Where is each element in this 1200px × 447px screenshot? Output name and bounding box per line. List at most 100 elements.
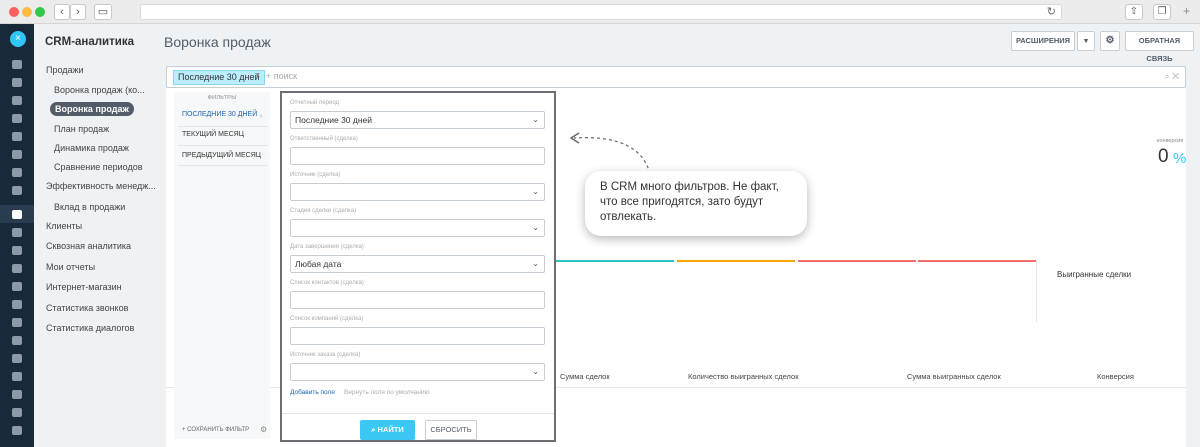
sidebar-item-funnel[interactable]: Воронка продаж xyxy=(50,102,134,116)
forward-button[interactable]: › xyxy=(70,4,86,20)
new-tab-icon[interactable]: + xyxy=(1183,4,1190,18)
clear-icon[interactable]: ✕ xyxy=(1172,71,1179,81)
maximize-window-button[interactable] xyxy=(35,7,45,17)
add-field-link[interactable]: Добавить поле xyxy=(290,389,335,396)
extensions-dropdown-button[interactable]: ▾ xyxy=(1077,31,1095,51)
apps-icon[interactable] xyxy=(12,354,22,363)
funnel-bar-2 xyxy=(677,260,795,262)
chevron-right-icon: › xyxy=(76,6,80,18)
find-button-label: НАЙТИ xyxy=(377,425,404,434)
marketing-icon[interactable] xyxy=(12,246,22,255)
search-icon[interactable]: ⌕ xyxy=(1165,71,1170,81)
feed-icon[interactable] xyxy=(12,78,22,87)
gear-icon[interactable]: ⚙ xyxy=(260,425,267,434)
sidebar-item-online-store[interactable]: Интернет-магазин xyxy=(46,282,122,292)
source-select[interactable]: ⌄ xyxy=(290,183,545,201)
start-icon[interactable] xyxy=(12,60,22,69)
sidebar-item-sales-contribution[interactable]: Вклад в продажи xyxy=(54,202,125,212)
store-icon[interactable] xyxy=(12,318,22,327)
target-icon[interactable] xyxy=(12,264,22,273)
contacts-icon[interactable] xyxy=(12,186,22,195)
restore-fields-link[interactable]: Вернуть поля по умолчанию xyxy=(344,389,430,396)
tabs-button[interactable]: ❐ xyxy=(1153,4,1171,20)
sidebar-item-period-compare[interactable]: Сравнение периодов xyxy=(54,162,143,172)
sidebar-item-sales-plan[interactable]: План продаж xyxy=(54,124,109,134)
preset-previous-month[interactable]: ПРЕДЫДУЩИЙ МЕСЯЦ xyxy=(182,152,261,159)
funnel-bar-1 xyxy=(556,260,674,262)
feedback-button[interactable]: ОБРАТНАЯ СВЯЗЬ xyxy=(1125,31,1194,63)
period-select[interactable]: Последние 30 дней ⌄ xyxy=(290,111,545,129)
close-icon[interactable]: × xyxy=(10,31,26,47)
sidebar-item-funnel-ko[interactable]: Воронка продаж (ко... xyxy=(54,85,145,95)
chevron-down-icon: ▾ xyxy=(1084,36,1088,45)
responsible-input[interactable] xyxy=(290,147,545,165)
docs-icon[interactable] xyxy=(12,150,22,159)
preset-last-30-days[interactable]: ПОСЛЕДНИЕ 30 ДНЕЙ xyxy=(182,111,257,118)
sidebar-item-call-stats[interactable]: Статистика звонков xyxy=(46,303,128,313)
close-date-select[interactable]: Любая дата ⌄ xyxy=(290,255,545,273)
calendar-icon[interactable] xyxy=(12,132,22,141)
sidebar-item-manager-efficiency[interactable]: Эффективность менедж... xyxy=(46,181,156,191)
search-input[interactable]: + поиск xyxy=(266,71,297,81)
preset-current-month[interactable]: ТЕКУЩИЙ МЕСЯЦ xyxy=(182,131,244,138)
sidebar-item-sales[interactable]: Продажи xyxy=(46,65,84,75)
companies-input[interactable] xyxy=(290,327,545,345)
active-filter-chip[interactable]: Последние 30 дней xyxy=(173,70,265,85)
sidebar-item-my-reports[interactable]: Мои отчеты xyxy=(46,262,95,272)
sites-icon[interactable] xyxy=(12,300,22,309)
find-button[interactable]: ⌕ НАЙТИ xyxy=(360,420,415,440)
extensions-button[interactable]: РАСШИРЕНИЯ xyxy=(1011,31,1075,51)
funnel-icon[interactable] xyxy=(12,210,22,219)
address-bar[interactable]: ↻ xyxy=(140,4,1062,20)
preset-edit-icon[interactable]: ‹ xyxy=(260,113,262,120)
layers-icon[interactable] xyxy=(12,336,22,345)
reset-button[interactable]: СБРОСИТЬ xyxy=(425,420,477,440)
stage-select[interactable]: ⌄ xyxy=(290,219,545,237)
chevron-down-icon: ⌄ xyxy=(532,115,539,124)
funnel-bar-3 xyxy=(798,260,916,262)
cart-icon[interactable] xyxy=(12,282,22,291)
mail-icon[interactable] xyxy=(12,168,22,177)
minimize-window-button[interactable] xyxy=(22,7,32,17)
share-button[interactable]: ⇧ xyxy=(1125,4,1143,20)
period-select-value: Последние 30 дней xyxy=(295,115,373,125)
filter-search-bar[interactable]: Последние 30 дней × + поиск ⌕ ✕ xyxy=(166,66,1186,88)
form-divider xyxy=(282,413,554,414)
tasks-icon[interactable] xyxy=(12,114,22,123)
conversion-label: конверсия xyxy=(1157,138,1184,144)
sidebar-item-sales-dynamics[interactable]: Динамика продаж xyxy=(54,143,129,153)
field-label-source: Источник (сделка) xyxy=(290,172,341,178)
won-deals-label: Выигранные сделки xyxy=(1057,270,1132,279)
sidebar-toggle-button[interactable]: ▭ xyxy=(94,4,112,20)
close-window-button[interactable] xyxy=(9,7,19,17)
tabs-icon: ❐ xyxy=(1157,6,1167,17)
more-icon[interactable] xyxy=(12,408,22,417)
sidebar-item-end-to-end[interactable]: Сквозная аналитика xyxy=(46,241,131,251)
order-source-select[interactable]: ⌄ xyxy=(290,363,545,381)
chevron-left-icon: ‹ xyxy=(60,6,64,18)
sidebar-item-clients[interactable]: Клиенты xyxy=(46,221,82,231)
remove-chip-icon[interactable]: × xyxy=(255,70,260,80)
profile-icon[interactable] xyxy=(12,426,22,435)
chevron-down-icon: ⌄ xyxy=(532,187,539,196)
column-deal-sum: Сумма сделок xyxy=(560,372,610,381)
code-icon[interactable] xyxy=(12,372,22,381)
chevron-down-icon: ⌄ xyxy=(532,259,539,268)
filter-form: Отчетный период Последние 30 дней ⌄ Ответ… xyxy=(280,91,556,442)
contacts-input[interactable] xyxy=(290,291,545,309)
save-filter-button[interactable]: + СОХРАНИТЬ ФИЛЬТР xyxy=(182,427,249,433)
chat-icon[interactable] xyxy=(12,96,22,105)
chevron-down-icon: ⌄ xyxy=(532,223,539,232)
conversion-unit: % xyxy=(1173,150,1187,167)
page-title: Воронка продаж xyxy=(164,34,271,50)
reload-icon[interactable]: ↻ xyxy=(1047,5,1056,18)
presets-header: ФИЛЬТРЫ xyxy=(207,95,237,101)
settings-icon[interactable] xyxy=(12,390,22,399)
sidebar-item-dialog-stats[interactable]: Статистика диалогов xyxy=(46,323,134,333)
users-icon[interactable] xyxy=(12,228,22,237)
search-clear-icons[interactable]: ⌕ ✕ xyxy=(1165,71,1179,82)
back-button[interactable]: ‹ xyxy=(54,4,70,20)
sidebar-menu: CRM-аналитика Продажи Воронка продаж (ко… xyxy=(34,24,164,447)
preset-divider xyxy=(178,145,268,146)
settings-button[interactable]: ⚙ xyxy=(1100,31,1120,51)
